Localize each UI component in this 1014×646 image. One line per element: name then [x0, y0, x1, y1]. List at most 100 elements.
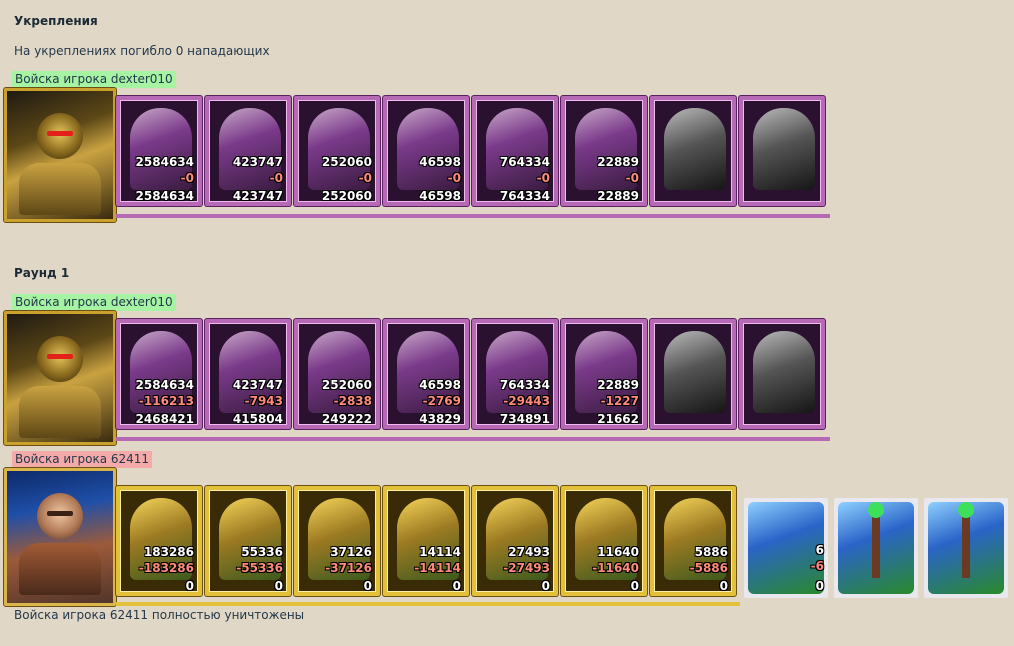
- unit-loss: -2838: [333, 394, 372, 408]
- unit-figure: [664, 108, 726, 190]
- unit-card[interactable]: 2584634 -116213 2468421: [116, 319, 202, 429]
- fortifications-heading: Укрепления: [14, 14, 98, 28]
- unit-loss: -14114: [414, 561, 461, 575]
- hero-portrait[interactable]: [3, 310, 117, 446]
- tower-card[interactable]: [834, 498, 918, 598]
- unit-card-inactive[interactable]: [739, 96, 825, 206]
- round-heading: Раунд 1: [14, 266, 70, 280]
- unit-count: 5886: [694, 545, 728, 559]
- unit-remaining: 0: [274, 579, 283, 593]
- unit-card[interactable]: 764334 -0 764334: [472, 96, 558, 206]
- unit-card[interactable]: 14114 -14114 0: [383, 486, 469, 596]
- unit-remaining: 0: [185, 579, 194, 593]
- unit-figure: [753, 108, 815, 190]
- unit-card[interactable]: 22889 -1227 21662: [561, 319, 647, 429]
- unit-count: 27493: [508, 545, 550, 559]
- unit-card[interactable]: 37126 -37126 0: [294, 486, 380, 596]
- unit-remaining: 0: [719, 579, 728, 593]
- unit-remaining: 0: [452, 579, 461, 593]
- player-label-defender: Войска игрока 62411: [12, 451, 153, 468]
- unit-loss: -2769: [422, 394, 461, 408]
- unit-count: 252060: [321, 378, 372, 392]
- unit-remaining: 2468421: [135, 412, 194, 426]
- unit-figure: [753, 331, 815, 413]
- unit-remaining: 249222: [321, 412, 372, 426]
- unit-loss: -7943: [244, 394, 283, 408]
- unit-count: 2584634: [135, 378, 194, 392]
- unit-count: 183286: [143, 545, 194, 559]
- hero-portrait[interactable]: [3, 87, 117, 223]
- unit-remaining: 415804: [232, 412, 283, 426]
- unit-loss: -55336: [236, 561, 283, 575]
- unit-remaining: 252060: [321, 189, 372, 203]
- unit-count: 46598: [419, 378, 461, 392]
- unit-loss: -0: [536, 171, 550, 185]
- unit-loss: -116213: [138, 394, 194, 408]
- unit-count: 252060: [321, 155, 372, 169]
- unit-card[interactable]: 252060 -0 252060: [294, 96, 380, 206]
- unit-card[interactable]: 764334 -29443 734891: [472, 319, 558, 429]
- unit-card[interactable]: 183286 -183286 0: [116, 486, 202, 596]
- unit-count: 14114: [419, 545, 461, 559]
- unit-card[interactable]: 11640 -11640 0: [561, 486, 647, 596]
- unit-remaining: 423747: [232, 189, 283, 203]
- unit-card[interactable]: 252060 -2838 249222: [294, 319, 380, 429]
- unit-card[interactable]: 27493 -27493 0: [472, 486, 558, 596]
- unit-card[interactable]: 22889 -0 22889: [561, 96, 647, 206]
- unit-card-inactive[interactable]: [650, 96, 736, 206]
- unit-card[interactable]: 2584634 -0 2584634: [116, 96, 202, 206]
- unit-card[interactable]: 423747 -0 423747: [205, 96, 291, 206]
- unit-count: 37126: [330, 545, 372, 559]
- tower-orb: [868, 502, 884, 518]
- unit-remaining: 46598: [419, 189, 461, 203]
- player-label-attacker: Войска игрока dexter010: [12, 71, 176, 88]
- unit-remaining: 764334: [499, 189, 550, 203]
- hero-eyes: [47, 131, 73, 136]
- unit-remaining: 734891: [499, 412, 550, 426]
- unit-remaining: 0: [541, 579, 550, 593]
- unit-remaining: 21662: [597, 412, 639, 426]
- unit-loss: -0: [625, 171, 639, 185]
- unit-remaining: 0: [630, 579, 639, 593]
- unit-remaining: 22889: [597, 189, 639, 203]
- unit-remaining: 43829: [419, 412, 461, 426]
- row-frame-base: [116, 602, 740, 606]
- unit-count: 6: [815, 543, 824, 557]
- hero-body: [19, 386, 101, 438]
- unit-remaining: 0: [363, 579, 372, 593]
- fortifications-note: На укреплениях погибло 0 нападающих: [14, 44, 270, 58]
- tower-shaft: [872, 508, 880, 578]
- unit-count: 423747: [232, 155, 283, 169]
- tower-card[interactable]: [924, 498, 1008, 598]
- player-label-attacker: Войска игрока dexter010: [12, 294, 176, 311]
- unit-card[interactable]: 423747 -7943 415804: [205, 319, 291, 429]
- unit-loss: -0: [269, 171, 283, 185]
- unit-count: 11640: [597, 545, 639, 559]
- unit-count: 22889: [597, 378, 639, 392]
- unit-card[interactable]: 5886 -5886 0: [650, 486, 736, 596]
- hero-eyes: [47, 511, 73, 516]
- unit-figure: [664, 331, 726, 413]
- unit-card[interactable]: 46598 -0 46598: [383, 96, 469, 206]
- unit-loss: -0: [180, 171, 194, 185]
- hero-eyes: [47, 354, 73, 359]
- unit-card[interactable]: 46598 -2769 43829: [383, 319, 469, 429]
- unit-figure: [748, 502, 824, 594]
- unit-loss: -1227: [600, 394, 639, 408]
- hero-face: [37, 113, 83, 159]
- unit-card-inactive[interactable]: [650, 319, 736, 429]
- unit-loss: -29443: [503, 394, 550, 408]
- tower-orb: [958, 502, 974, 518]
- hero-body: [19, 543, 101, 595]
- hero-face: [37, 336, 83, 382]
- unit-loss: -5886: [689, 561, 728, 575]
- unit-count: 764334: [499, 155, 550, 169]
- unit-card[interactable]: 55336 -55336 0: [205, 486, 291, 596]
- row-frame-base: [116, 214, 830, 218]
- unit-loss: -6: [810, 559, 824, 573]
- hero-portrait[interactable]: [3, 467, 117, 607]
- unit-card-inactive[interactable]: [739, 319, 825, 429]
- unit-loss: -0: [358, 171, 372, 185]
- unit-card-summoned[interactable]: 6 -6 0: [744, 498, 828, 598]
- unit-count: 423747: [232, 378, 283, 392]
